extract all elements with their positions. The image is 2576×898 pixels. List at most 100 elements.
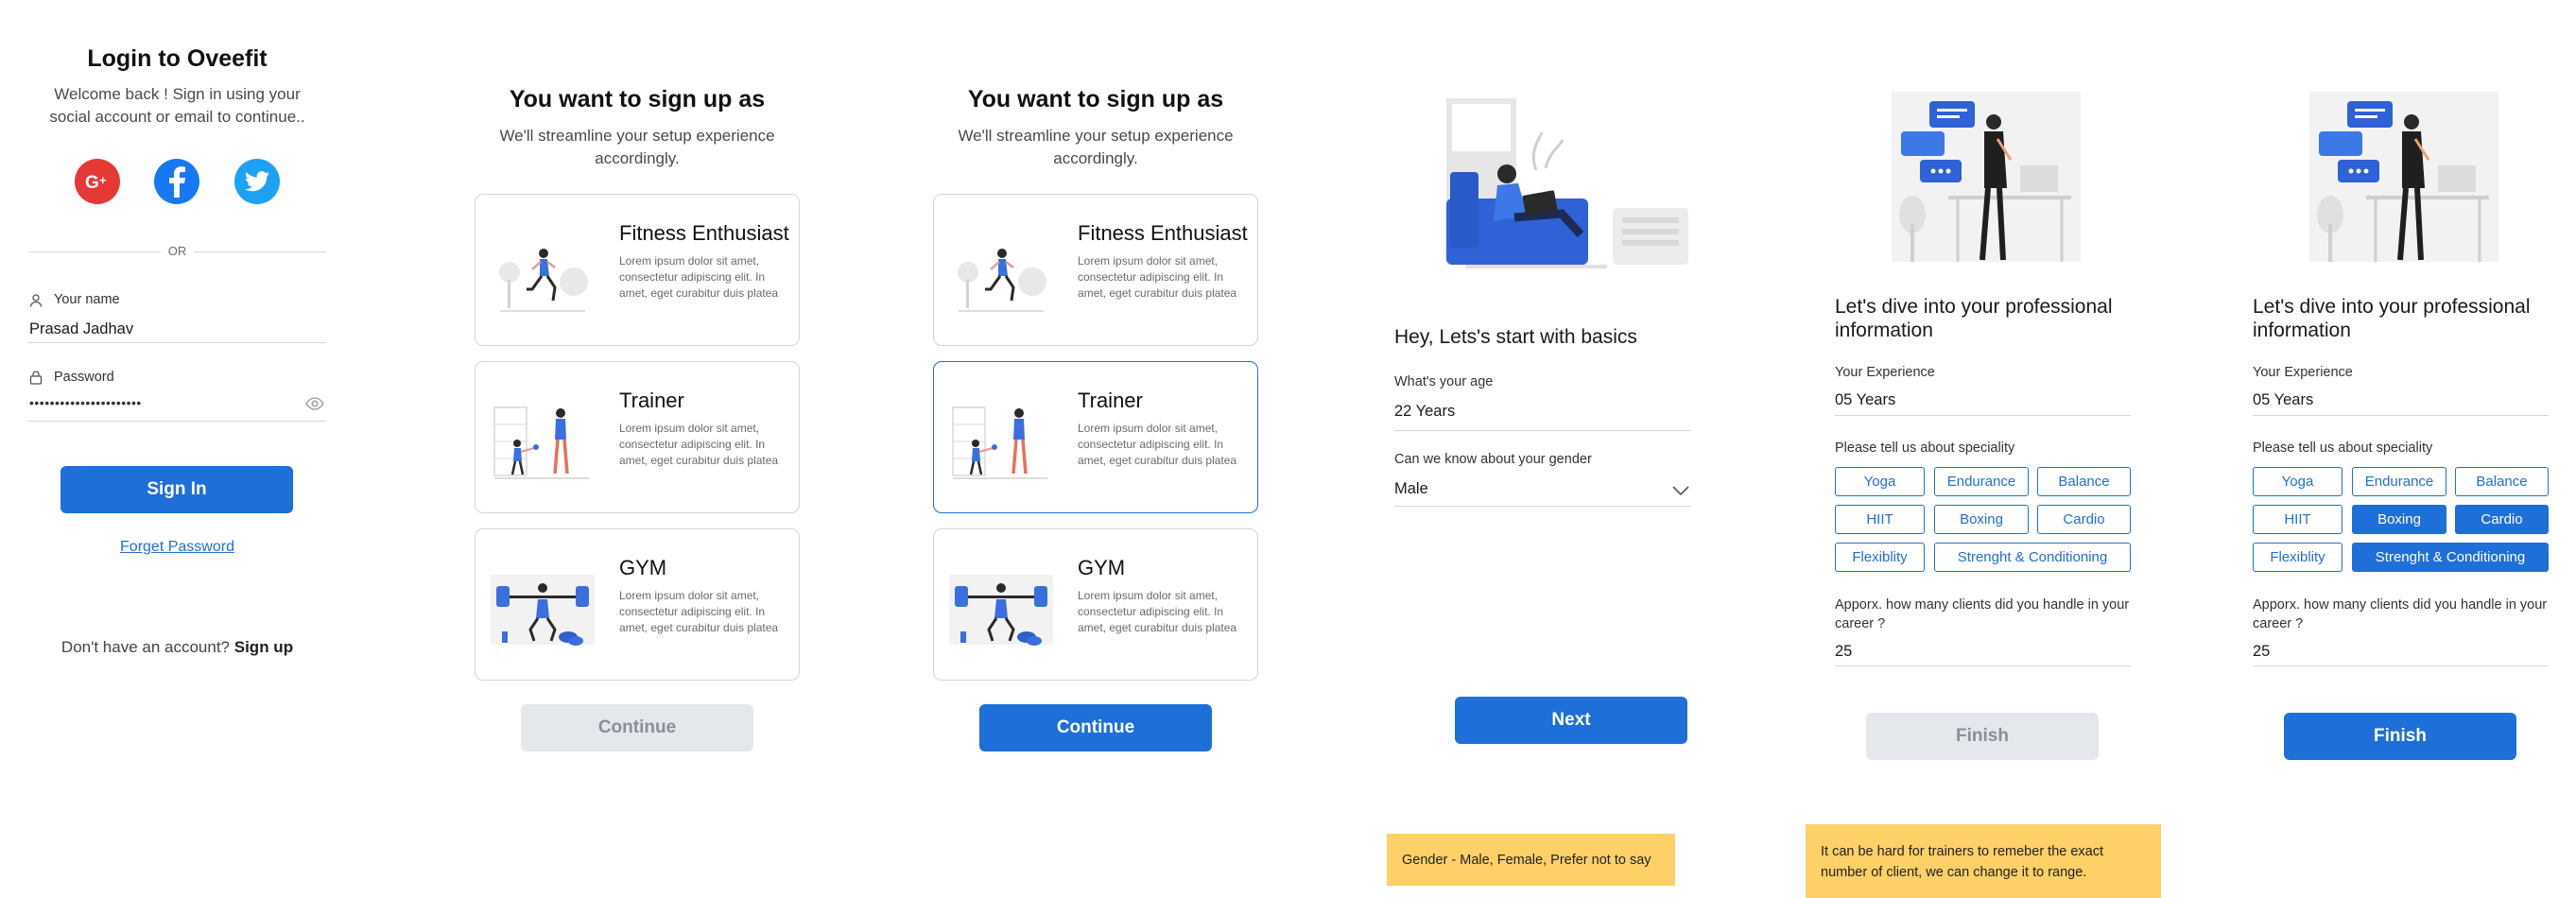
role-description: Lorem ipsum dolor sit amet, consectetur …	[1078, 254, 1237, 300]
divider-right	[194, 251, 326, 252]
subtitle-line: social account or email to continue..	[49, 108, 305, 126]
speciality-label: Please tell us about speciality	[1835, 440, 2015, 456]
experience-label: Your Experience	[2253, 365, 2353, 380]
clients-label: Apporx. how many clients did you handle …	[2253, 596, 2547, 633]
subtitle-line: We'll streamline your setup experience	[499, 127, 775, 145]
note-line: It can be hard for trainers to remeber t…	[1821, 844, 2104, 859]
subtitle-line: accordingly.	[1053, 149, 1138, 167]
password-label: Password	[54, 370, 114, 385]
page-title: Login to Oveefit	[87, 45, 268, 72]
role-title: GYM	[1078, 556, 1126, 579]
no-account-text: Don't have an account?	[61, 638, 234, 656]
facebook-button[interactable]	[154, 159, 199, 204]
basics-screen: Hey, Lets's start with basics What's you…	[1387, 0, 1720, 898]
chip-yoga[interactable]: Yoga	[1835, 467, 1925, 496]
clients-value: 25	[1835, 643, 1853, 660]
professional-heading: Let's dive into your professional inform…	[2253, 295, 2531, 342]
chip-hiit[interactable]: HIIT	[2253, 505, 2343, 534]
divider-left	[28, 251, 161, 252]
continue-button[interactable]: Continue	[521, 704, 753, 751]
role-description: Lorem ipsum dolor sit amet, consectetur …	[619, 422, 779, 467]
finish-button[interactable]: Finish	[2284, 713, 2516, 760]
name-label: Your name	[54, 292, 120, 307]
experience-value: 05 Years	[2253, 391, 2314, 408]
label-line: Apporx. how many clients did you handle …	[2253, 597, 2548, 613]
clients-field[interactable]: Apporx. how many clients did you handle …	[2253, 596, 2549, 666]
page-subtitle: Welcome back ! Sign in using your social…	[28, 83, 326, 129]
forgot-password-link[interactable]: Forget Password	[28, 539, 326, 556]
role-select-screen-selected: You want to sign up as We'll streamline …	[933, 0, 1258, 898]
runner-illustration	[499, 249, 588, 312]
heading-line: information	[1835, 319, 1933, 341]
chip-strength-conditioning-selected[interactable]: Strenght & Conditioning	[2352, 543, 2549, 572]
facebook-icon	[169, 166, 185, 198]
password-value: ••••••••••••••••••••••	[29, 395, 142, 410]
role-description: Lorem ipsum dolor sit amet, consectetur …	[1078, 422, 1237, 467]
google-plus-icon: G +	[85, 173, 107, 192]
twitter-button[interactable]	[234, 159, 280, 204]
clients-field[interactable]: Apporx. how many clients did you handle …	[1835, 596, 2131, 666]
gym-illustration	[949, 575, 1053, 646]
note-line: number of client, we can change it to ra…	[1821, 865, 2087, 880]
password-field[interactable]: Password ••••••••••••••••••••••	[28, 369, 326, 422]
chip-balance[interactable]: Balance	[2037, 467, 2131, 496]
gender-value: Male	[1394, 480, 1428, 497]
experience-label: Your Experience	[1835, 365, 1935, 380]
chip-cardio-selected[interactable]: Cardio	[2455, 505, 2549, 534]
role-title: GYM	[619, 556, 667, 579]
login-screen: Login to Oveefit Welcome back ! Sign in …	[28, 0, 331, 898]
gym-illustration	[491, 575, 595, 646]
heading-line: information	[2253, 319, 2351, 341]
label-line: career ?	[1835, 616, 1886, 631]
page-title: You want to sign up as	[967, 86, 1224, 112]
next-button[interactable]: Next	[1455, 697, 1687, 744]
age-field[interactable]: What's your age 22 Years	[1394, 374, 1691, 431]
label-line: career ?	[2253, 616, 2304, 631]
google-plus-button[interactable]: G +	[75, 159, 120, 204]
chip-endurance[interactable]: Endurance	[1934, 467, 2029, 496]
experience-value: 05 Years	[1835, 391, 1896, 408]
role-title: Trainer	[1078, 389, 1143, 412]
trainer-illustration	[952, 406, 1047, 479]
gender-label: Can we know about your gender	[1394, 452, 1592, 467]
sign-up-link[interactable]: Sign up	[234, 638, 293, 656]
chip-hiit[interactable]: HIIT	[1835, 505, 1925, 534]
age-value: 22 Years	[1394, 403, 1456, 420]
gender-note: Gender - Male, Female, Prefer not to say	[1387, 834, 1675, 886]
gender-select[interactable]: Can we know about your gender Male	[1394, 452, 1691, 507]
continue-button[interactable]: Continue	[979, 704, 1212, 751]
experience-field[interactable]: Your Experience 05 Years	[2253, 365, 2549, 416]
svg-text:G: G	[85, 173, 99, 192]
experience-field[interactable]: Your Experience 05 Years	[1835, 365, 2131, 416]
role-card-fitness-enthusiast[interactable]: Fitness Enthusiast Lorem ipsum dolor sit…	[933, 194, 1258, 346]
role-card-gym[interactable]: GYM Lorem ipsum dolor sit amet, consecte…	[933, 528, 1258, 681]
role-card-trainer[interactable]: Trainer Lorem ipsum dolor sit amet, cons…	[475, 361, 800, 513]
role-card-fitness-enthusiast[interactable]: Fitness Enthusiast Lorem ipsum dolor sit…	[475, 194, 800, 346]
chevron-down-icon	[1672, 486, 1689, 495]
chip-flexiblity[interactable]: Flexiblity	[2253, 543, 2343, 572]
eye-icon[interactable]	[305, 397, 324, 410]
page-subtitle: We'll streamline your setup experience a…	[475, 125, 800, 170]
role-card-trainer-selected[interactable]: Trainer Lorem ipsum dolor sit amet, cons…	[933, 361, 1258, 513]
laptop-illustration	[1446, 98, 1688, 268]
chip-flexiblity[interactable]: Flexiblity	[1835, 543, 1925, 572]
role-description: Lorem ipsum dolor sit amet, consectetur …	[1078, 589, 1237, 634]
svg-text:+: +	[99, 173, 107, 187]
subtitle-line: We'll streamline your setup experience	[958, 127, 1234, 145]
chip-boxing[interactable]: Boxing	[1934, 505, 2029, 534]
role-title: Fitness Enthusiast	[1078, 221, 1248, 245]
name-value: Prasad Jadhav	[29, 320, 134, 337]
sign-in-button[interactable]: Sign In	[61, 466, 293, 513]
chip-boxing-selected[interactable]: Boxing	[2352, 505, 2446, 534]
page-title: You want to sign up as	[509, 86, 766, 112]
name-field[interactable]: Your name Prasad Jadhav	[28, 291, 326, 343]
age-label: What's your age	[1394, 374, 1494, 389]
chip-endurance[interactable]: Endurance	[2352, 467, 2446, 496]
finish-button[interactable]: Finish	[1866, 713, 2099, 760]
role-card-gym[interactable]: GYM Lorem ipsum dolor sit amet, consecte…	[475, 528, 800, 681]
chip-yoga[interactable]: Yoga	[2253, 467, 2343, 496]
chip-balance[interactable]: Balance	[2455, 467, 2549, 496]
role-description: Lorem ipsum dolor sit amet, consectetur …	[619, 589, 779, 634]
chip-cardio[interactable]: Cardio	[2037, 505, 2131, 534]
chip-strength-conditioning[interactable]: Strenght & Conditioning	[1934, 543, 2131, 572]
